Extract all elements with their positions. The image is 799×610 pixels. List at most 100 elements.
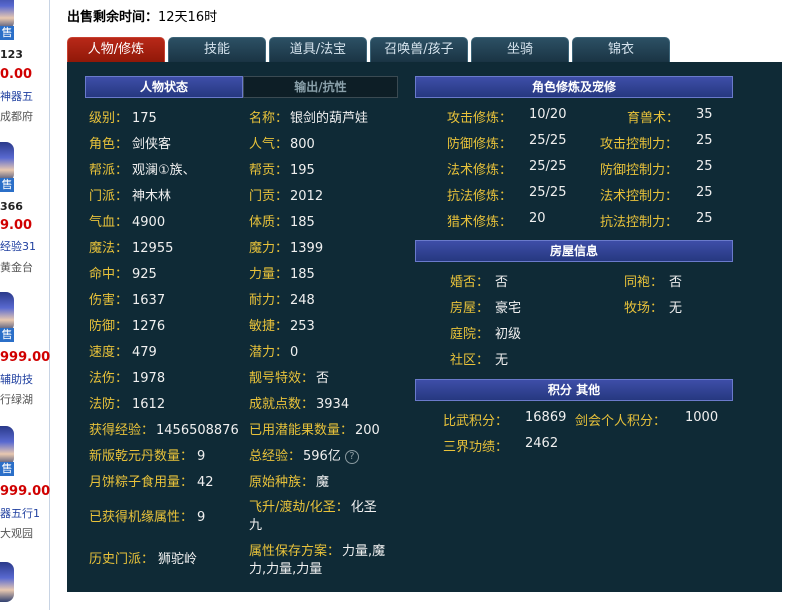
cultivation-value: 25/25 [529, 159, 567, 174]
left-listing-strip: 售 123 0.00 神器五 成都府 售 366 9.00 经验31 黄金台 售… [0, 0, 50, 610]
listing-server: 黄金台 [0, 261, 33, 274]
cultivation-row2: 抗法控制力： [600, 215, 679, 230]
help-icon[interactable]: ? [344, 449, 359, 464]
stat-ascension-cont: 九 [249, 518, 263, 533]
character-panel: 人物状态 输出/抗性 级别： 175 角色： 剑侠客 帮派： 观澜①族、 门派： 神木林… [67, 62, 782, 592]
score-row: 比武积分： [443, 414, 509, 429]
stat-mp: 魔法： 12955 [89, 241, 174, 256]
stat-original-race-value: 魔 [316, 475, 330, 490]
stat-attr-plan-cont: 力,力量,力量 [249, 562, 323, 577]
sale-badge: 售 [0, 462, 14, 476]
stat-school-contribution: 门贡： 2012 [249, 189, 324, 204]
stat-festival-food: 月饼粽子食用量： 42 [89, 475, 214, 490]
avatar[interactable] [0, 142, 14, 182]
sale-badge: 售 [0, 178, 14, 192]
listing-server: 成都府 [0, 110, 33, 123]
tab-character-cultivation[interactable]: 人物/修炼 [67, 37, 165, 62]
cultivation-row: 防御修炼： [447, 137, 513, 152]
cultivation-row: 法术修炼： [447, 163, 513, 178]
stat-potential-fruits: 已用潜能果数量： 200 [249, 423, 380, 438]
tab-outfits[interactable]: 锦衣 [572, 37, 670, 62]
tab-output-resistance[interactable]: 输出/抗性 [243, 76, 398, 98]
score-header: 积分 其他 [415, 379, 733, 401]
stat-damage: 伤害： 1637 [89, 293, 166, 308]
tab-skills[interactable]: 技能 [168, 37, 266, 62]
cultivation-value2: 25 [696, 159, 713, 174]
house-header: 房屋信息 [415, 240, 733, 262]
listing-server: 大观园 [0, 527, 33, 540]
stat-magic-power: 魔力： 1399 [249, 241, 324, 256]
score-value2: 1000 [685, 410, 719, 425]
stat-potential: 潜力： 0 [249, 345, 299, 360]
sale-time-remaining: 出售剩余时间：12天16时 [67, 6, 217, 25]
sale-time-value: 12天16时 [158, 10, 218, 25]
cultivation-row2: 防御控制力： [600, 163, 679, 178]
avatar[interactable] [0, 426, 14, 466]
cultivation-value: 25/25 [529, 185, 567, 200]
stat-original-race: 原始种族：魔 [249, 475, 330, 490]
tab-pets-children[interactable]: 召唤兽/孩子 [370, 37, 468, 62]
house-row: 社区：无 [450, 353, 509, 368]
house-row: 庭院： 初级 [450, 327, 522, 342]
listing-desc[interactable]: 神器五 [0, 88, 33, 104]
stat-magic-damage: 法伤： 1978 [89, 371, 166, 386]
stat-guild-contribution: 帮贡： 195 [249, 163, 315, 178]
listing-server: 行绿湖 [0, 393, 33, 406]
stat-history-school: 历史门派： 狮驼岭 [89, 552, 198, 567]
score-value: 16869 [525, 410, 567, 425]
stat-agility: 敏捷： 253 [249, 319, 315, 334]
listing-price: 9.00 [0, 218, 33, 233]
tab-mounts[interactable]: 坐骑 [471, 37, 569, 62]
stat-guild: 帮派： 观澜①族、 [89, 163, 196, 178]
sale-badge: 售 [0, 328, 14, 342]
house-row2: 同袍：否 [624, 275, 683, 290]
avatar[interactable] [0, 562, 14, 602]
stat-endurance: 耐力： 248 [249, 293, 315, 308]
stat-speed: 速度： 479 [89, 345, 157, 360]
listing-price: 999.00 [0, 484, 51, 499]
listing-id: 366 [0, 200, 23, 213]
stat-strength: 力量： 185 [249, 267, 315, 282]
score-row2: 剑会个人积分： [575, 414, 667, 429]
listing-desc[interactable]: 辅助技 [0, 371, 33, 387]
stat-qianyuan-count: 新版乾元丹数量： 9 [89, 449, 206, 464]
cultivation-row2: 育兽术： [627, 111, 680, 126]
listing-price: 999.00 [0, 350, 51, 365]
cultivation-row: 攻击修炼： [447, 111, 513, 126]
stat-name: 名称： 银剑的葫芦娃 [249, 111, 369, 126]
tab-items-treasures[interactable]: 道具/法宝 [269, 37, 367, 62]
stat-achievement-points: 成就点数： 3934 [249, 397, 350, 412]
listing-price: 0.00 [0, 67, 33, 82]
listing-desc[interactable]: 经验31 [0, 238, 36, 254]
stat-hp: 气血： 4900 [89, 215, 166, 230]
cultivation-row: 抗法修炼： [447, 189, 513, 204]
house-row: 婚否：否 [450, 275, 509, 290]
stat-attr-plan: 属性保存方案： 力量,魔 [249, 544, 386, 559]
stat-hit: 命中： 925 [89, 267, 157, 282]
stat-opportunity-attrs: 已获得机缘属性： 9 [89, 510, 206, 525]
stat-constitution: 体质： 185 [249, 215, 315, 230]
cultivation-value2: 25 [696, 133, 713, 148]
listing-desc[interactable]: 器五行1 [0, 505, 40, 521]
house-row2: 牧场：无 [624, 301, 683, 316]
cultivation-row2: 法术控制力： [600, 189, 679, 204]
stat-pretty-id-effect: 靓号特效：否 [249, 371, 330, 386]
score-row: 三界功绩： [443, 440, 509, 455]
stat-school: 门派： 神木林 [89, 189, 172, 204]
cultivation-value2: 25 [696, 211, 713, 226]
stat-experience: 获得经验： 1456508876 [89, 423, 239, 438]
cultivation-value2: 25 [696, 185, 713, 200]
stat-defense: 防御： 1276 [89, 319, 166, 334]
stat-level: 级别： 175 [89, 111, 157, 126]
tab-character-status[interactable]: 人物状态 [85, 76, 243, 98]
cultivation-value: 25/25 [529, 133, 567, 148]
stat-magic-defense: 法防： 1612 [89, 397, 166, 412]
avatar[interactable] [0, 292, 14, 332]
cultivation-value: 10/20 [529, 107, 567, 122]
sale-time-label: 出售剩余时间： [67, 10, 159, 25]
sale-badge: 售 [0, 26, 14, 40]
stat-role: 角色： 剑侠客 [89, 137, 172, 152]
cultivation-header: 角色修炼及宠修 [415, 76, 733, 98]
cultivation-value2: 35 [696, 107, 713, 122]
score-value: 2462 [525, 436, 559, 451]
